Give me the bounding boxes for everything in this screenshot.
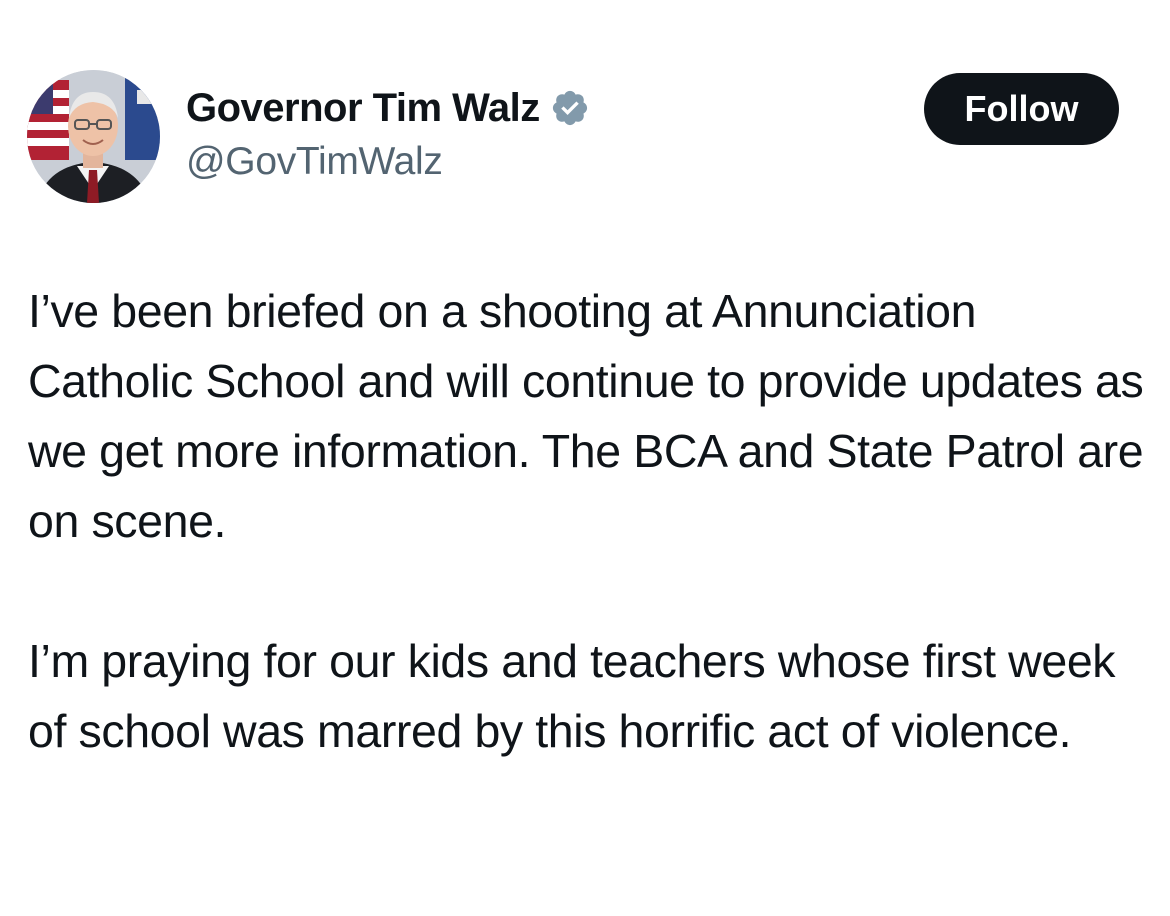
- tweet-card: Governor Tim Walz @GovTimWalz Follow I’v…: [0, 0, 1170, 916]
- author-display-name[interactable]: Governor Tim Walz: [186, 86, 540, 131]
- avatar[interactable]: [27, 70, 160, 203]
- avatar-photo: [27, 70, 160, 203]
- author-name-row[interactable]: Governor Tim Walz: [186, 82, 590, 134]
- follow-button[interactable]: Follow: [924, 73, 1119, 145]
- tweet-text: I’ve been briefed on a shooting at Annun…: [28, 276, 1153, 766]
- tweet-paragraph: I’m praying for our kids and teachers wh…: [28, 635, 1116, 757]
- tweet-paragraph: I’ve been briefed on a shooting at Annun…: [28, 285, 1144, 547]
- author-handle[interactable]: @GovTimWalz: [186, 140, 443, 184]
- verified-badge-icon[interactable]: [550, 88, 590, 128]
